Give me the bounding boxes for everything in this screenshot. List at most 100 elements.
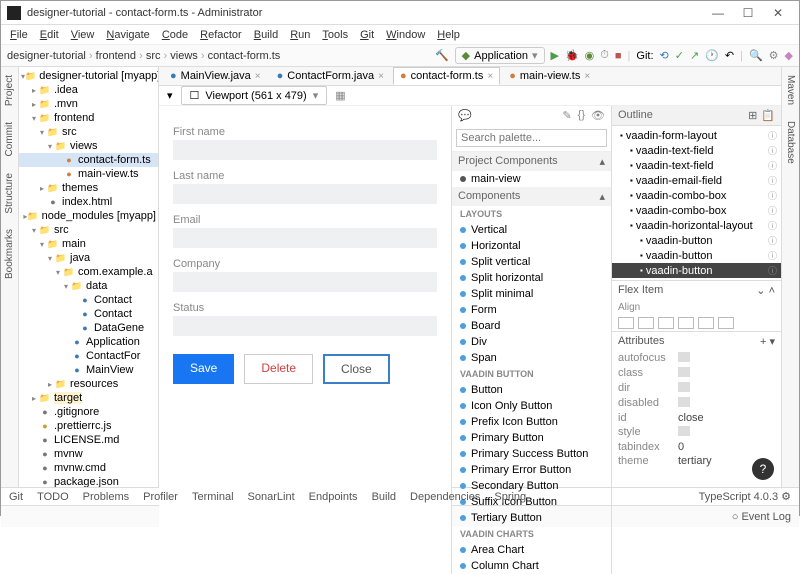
bottom-tool-sonarlint[interactable]: SonarLint (248, 491, 295, 503)
close-window-button[interactable]: ✕ (763, 6, 793, 20)
breadcrumb-item[interactable]: designer-tutorial (7, 50, 86, 62)
palette-item[interactable]: Prefix Icon Button (452, 414, 611, 430)
save-button[interactable]: Save (173, 354, 234, 384)
settings-icon[interactable]: ⚙ (769, 49, 779, 62)
menu-tools[interactable]: Tools (317, 28, 353, 42)
bottom-tool-terminal[interactable]: Terminal (192, 491, 234, 503)
tree-node[interactable]: ●.prettierrc.js (19, 419, 158, 433)
bottom-tool-git[interactable]: Git (9, 491, 23, 503)
outline-node[interactable]: ▪vaadin-form-layoutⓘ (612, 128, 781, 143)
breadcrumb-item[interactable]: frontend (96, 50, 136, 62)
menu-code[interactable]: Code (157, 28, 193, 42)
coverage-icon[interactable]: ◉ (585, 49, 595, 62)
tree-node[interactable]: ▾📁java (19, 251, 158, 265)
tree-node[interactable]: ▾📁src (19, 125, 158, 139)
typescript-version[interactable]: TypeScript 4.0.3 ⚙ (699, 490, 791, 503)
close-button[interactable]: Close (323, 354, 390, 384)
breadcrumb-item[interactable]: src (146, 50, 161, 62)
git-label[interactable]: Git: (636, 50, 653, 62)
bottom-tool-dependencies[interactable]: Dependencies (410, 491, 480, 503)
palette-item[interactable]: Board (452, 318, 611, 334)
search-icon[interactable]: 🔍 (749, 49, 763, 62)
code-icon[interactable]: {} (578, 109, 585, 122)
profile-icon[interactable]: ⏱ (600, 49, 609, 62)
tree-node[interactable]: ●ContactFor (19, 349, 158, 363)
tree-node[interactable]: ●MainView (19, 363, 158, 377)
outline-node[interactable]: ▪vaadin-text-fieldⓘ (612, 158, 781, 173)
tree-node[interactable]: ●package.json (19, 475, 158, 487)
bottom-tool-problems[interactable]: Problems (83, 491, 129, 503)
palette-item[interactable]: Split minimal (452, 286, 611, 302)
palette-item[interactable]: Split horizontal (452, 270, 611, 286)
tool-tab-project[interactable]: Project (4, 75, 15, 106)
tree-node[interactable]: ▸📁.idea (19, 83, 158, 97)
tree-node[interactable]: ●main-view.ts (19, 167, 158, 181)
palette-item[interactable]: Primary Error Button (452, 462, 611, 478)
editor-tab[interactable]: ●MainView.java× (163, 67, 268, 85)
menu-git[interactable]: Git (355, 28, 379, 42)
attribute-row[interactable]: idclose (612, 411, 781, 425)
bottom-tool-build[interactable]: Build (372, 491, 396, 503)
debug-icon[interactable]: 🐞 (565, 49, 579, 62)
outline-node[interactable]: ▪vaadin-text-fieldⓘ (612, 143, 781, 158)
tree-node[interactable]: ●mvnw.cmd (19, 461, 158, 475)
attribute-row[interactable]: style (612, 425, 781, 440)
attribute-row[interactable]: tabindex0 (612, 440, 781, 454)
menu-refactor[interactable]: Refactor (195, 28, 247, 42)
editor-tab[interactable]: ●main-view.ts× (502, 67, 597, 85)
menu-view[interactable]: View (66, 28, 100, 42)
form-field-input[interactable] (173, 316, 437, 336)
dropdown-icon[interactable]: ▾ (167, 89, 173, 102)
palette-item[interactable]: Horizontal (452, 238, 611, 254)
preview-icon[interactable]: 👁 (591, 109, 605, 122)
git-rollback-icon[interactable]: ↶ (725, 49, 734, 62)
form-canvas[interactable]: First nameLast nameEmailCompanyStatusSav… (159, 106, 451, 574)
tree-node[interactable]: ●contact-form.ts (19, 153, 158, 167)
form-field-input[interactable] (173, 228, 437, 248)
tree-node[interactable]: ▾📁main (19, 237, 158, 251)
palette-item[interactable]: main-view (452, 171, 611, 187)
tree-node[interactable]: ▾📁src (19, 223, 158, 237)
tree-node[interactable]: ▾📁com.example.a (19, 265, 158, 279)
form-field-input[interactable] (173, 184, 437, 204)
palette-item[interactable]: Area Chart (452, 542, 611, 558)
ai-icon[interactable]: ◆ (785, 49, 793, 62)
outline-node[interactable]: ▪vaadin-email-fieldⓘ (612, 173, 781, 188)
project-panel[interactable]: ▾📁designer-tutorial [myapp]▸📁.idea▸📁.mvn… (19, 67, 159, 487)
palette-item[interactable]: Div (452, 334, 611, 350)
help-fab[interactable]: ? (752, 458, 774, 480)
attribute-row[interactable]: autofocus (612, 351, 781, 366)
editor-tab[interactable]: ●ContactForm.java× (270, 67, 391, 85)
attribute-row[interactable]: class (612, 366, 781, 381)
outline-node[interactable]: ▪vaadin-combo-boxⓘ (612, 188, 781, 203)
outline-node[interactable]: ▪vaadin-combo-boxⓘ (612, 203, 781, 218)
tree-node[interactable]: ●Contact (19, 307, 158, 321)
breadcrumb-item[interactable]: contact-form.ts (208, 50, 281, 62)
outline-action-icon[interactable]: ⊞ (748, 109, 757, 122)
form-field-input[interactable] (173, 140, 437, 160)
outline-node[interactable]: ▪vaadin-horizontal-layoutⓘ (612, 218, 781, 233)
tree-node[interactable]: ▸📁.mvn (19, 97, 158, 111)
tree-node[interactable]: ●mvnw (19, 447, 158, 461)
tree-node[interactable]: ▸📁resources (19, 377, 158, 391)
git-commit-icon[interactable]: ✓ (675, 49, 684, 62)
tree-node[interactable]: ▾📁frontend (19, 111, 158, 125)
grid-icon[interactable]: ▦ (335, 89, 345, 102)
chat-icon[interactable]: 💬 (458, 109, 472, 122)
menu-help[interactable]: Help (432, 28, 465, 42)
breadcrumb-item[interactable]: views (170, 50, 198, 62)
palette-item[interactable]: Primary Button (452, 430, 611, 446)
palette-search-input[interactable] (456, 129, 607, 147)
outline-action-icon[interactable]: 📋 (761, 109, 775, 122)
tool-tab-bookmarks[interactable]: Bookmarks (4, 229, 15, 279)
tool-tab-commit[interactable]: Commit (4, 122, 15, 156)
tree-node[interactable]: ●LICENSE.md (19, 433, 158, 447)
hammer-icon[interactable]: 🔨 (435, 49, 449, 62)
run-config-selector[interactable]: ◆ Application ▾ (455, 47, 545, 64)
tree-node[interactable]: ●index.html (19, 195, 158, 209)
tree-node[interactable]: ▾📁designer-tutorial [myapp] (19, 69, 158, 83)
tool-tab-maven[interactable]: Maven (785, 75, 796, 105)
palette-item[interactable]: Form (452, 302, 611, 318)
menu-run[interactable]: Run (285, 28, 315, 42)
menu-edit[interactable]: Edit (35, 28, 64, 42)
